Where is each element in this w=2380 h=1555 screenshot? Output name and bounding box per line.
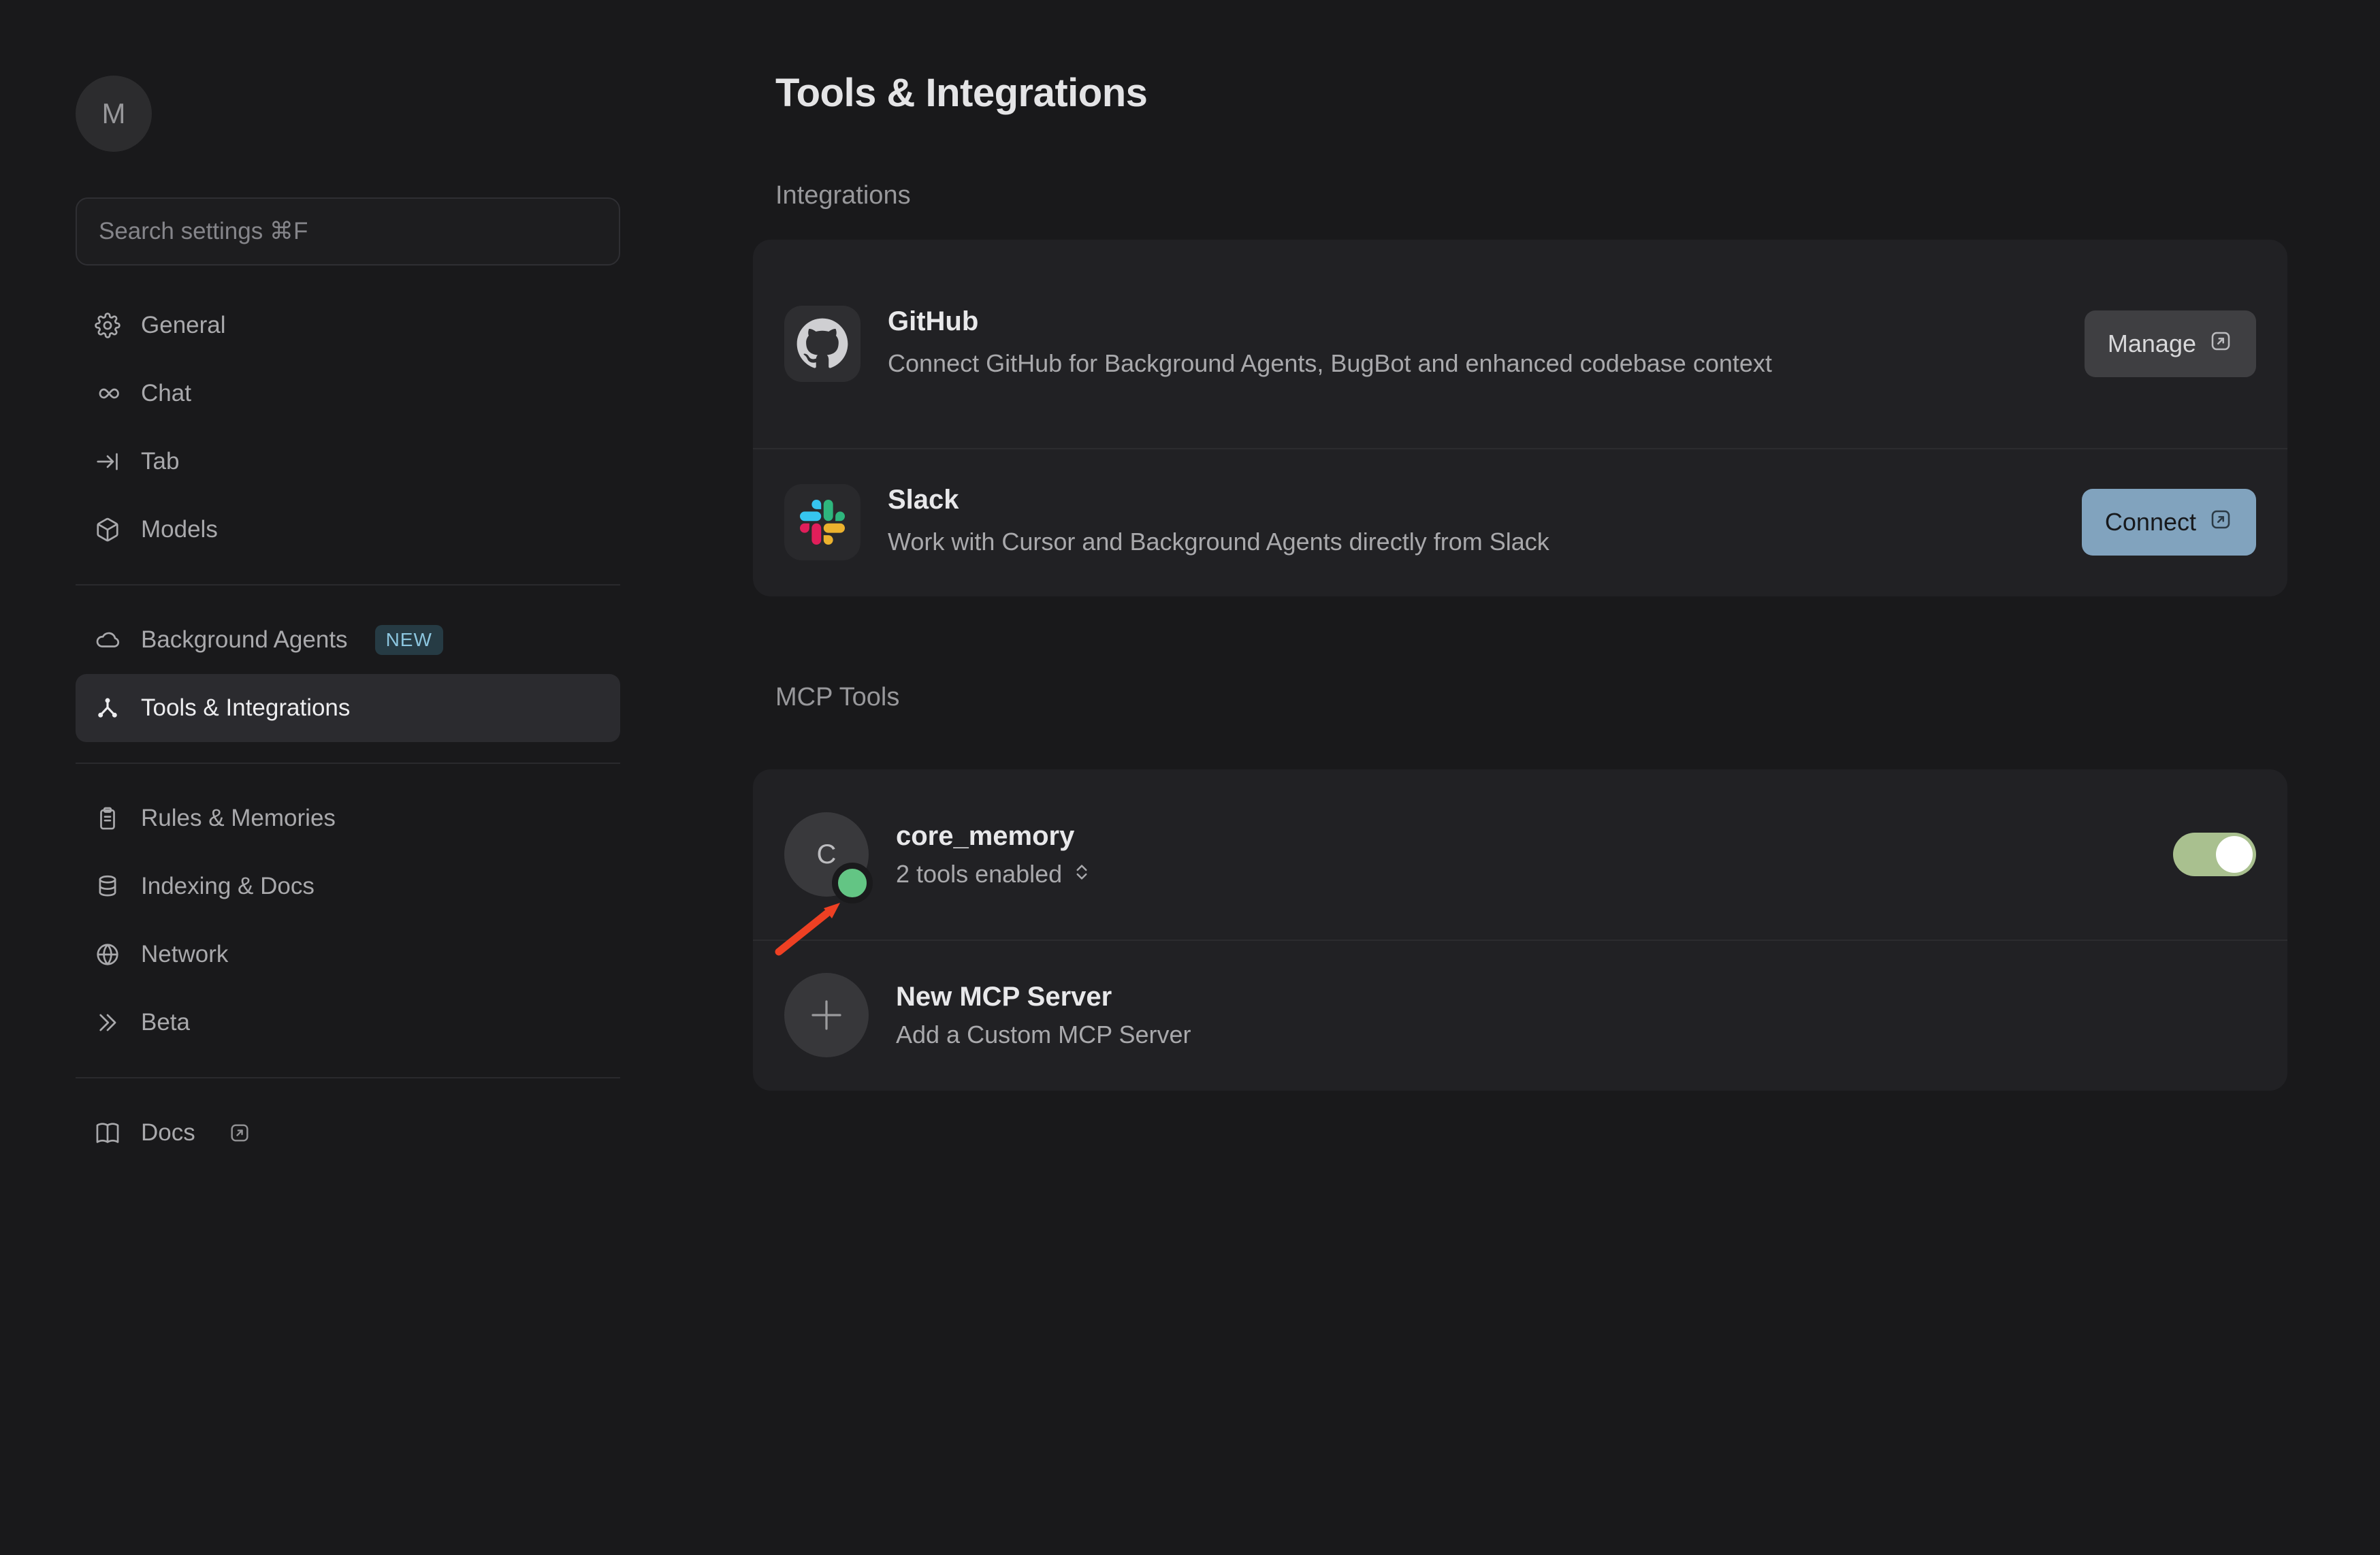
sidebar-item-docs[interactable]: Docs [76,1099,620,1167]
manage-button[interactable]: Manage [2085,310,2256,377]
clipboard-icon [95,805,120,831]
sidebar-item-label: Rules & Memories [141,805,336,832]
sidebar-item-tab[interactable]: Tab [76,428,620,496]
sidebar-divider [76,1077,620,1078]
status-dot-online [832,863,873,903]
expand-tools-icon[interactable] [1072,860,1092,888]
sidebar-item-label: Network [141,941,228,968]
page-title: Tools & Integrations [775,70,1147,116]
mcp-server-status: 2 tools enabled [896,860,1062,888]
integration-name: GitHub [888,306,2085,337]
sidebar-item-general[interactable]: General [76,291,620,359]
sidebar-item-tools-integrations[interactable]: Tools & Integrations [76,674,620,742]
sidebar-nav: General Chat Tab Models [76,291,620,1167]
tab-arrow-icon [95,449,120,475]
sidebar-item-label: General [141,312,226,339]
integration-description: Connect GitHub for Background Agents, Bu… [888,345,2059,382]
new-mcp-server-row[interactable]: New MCP Server Add a Custom MCP Server [753,941,2287,1089]
slack-icon [784,484,861,560]
cloud-icon [95,627,120,653]
settings-window: M General Chat Tab [0,0,2380,1555]
sidebar-item-models[interactable]: Models [76,496,620,564]
infinity-icon [95,381,120,406]
sidebar-item-label: Beta [141,1009,190,1036]
plus-icon [784,973,869,1057]
sidebar-item-rules-memories[interactable]: Rules & Memories [76,784,620,852]
sidebar-item-label: Background Agents [141,626,348,654]
sidebar-item-label: Docs [141,1119,195,1147]
connect-button[interactable]: Connect [2082,489,2256,556]
integrations-card: GitHub Connect GitHub for Background Age… [753,240,2287,596]
server-enabled-toggle[interactable] [2173,833,2256,876]
manage-button-label: Manage [2108,330,2196,358]
search-input[interactable] [76,197,620,266]
connect-button-label: Connect [2105,508,2196,536]
mcp-server-name: core_memory [896,821,2173,852]
new-badge: NEW [375,625,443,655]
toggle-knob [2216,836,2253,873]
external-link-icon [2208,329,2233,359]
node-tree-icon [95,695,120,721]
sidebar-item-beta[interactable]: Beta [76,989,620,1057]
sidebar-item-label: Tools & Integrations [141,694,350,722]
avatar[interactable]: M [76,76,152,152]
github-icon [784,306,861,382]
sidebar-item-label: Chat [141,380,191,407]
integration-description: Work with Cursor and Background Agents d… [888,524,2059,560]
server-avatar-initial: C [817,839,837,870]
integration-name: Slack [888,485,2082,515]
cube-icon [95,517,120,543]
avatar-initial: M [102,97,126,130]
sidebar-item-label: Indexing & Docs [141,873,315,900]
sidebar-item-indexing-docs[interactable]: Indexing & Docs [76,852,620,920]
sidebar-item-background-agents[interactable]: Background Agents NEW [76,606,620,674]
database-icon [95,873,120,899]
book-icon [95,1120,120,1146]
mcp-server-row: C core_memory 2 tools enabled [753,769,2287,940]
integrations-section-label: Integrations [775,181,911,210]
external-link-icon [2208,507,2233,538]
external-link-icon [228,1121,251,1144]
sidebar: M General Chat Tab [76,76,620,1167]
integration-row-slack: Slack Work with Cursor and Background Ag… [753,449,2287,595]
sidebar-divider [76,584,620,586]
new-mcp-server-subtitle: Add a Custom MCP Server [896,1021,1191,1049]
mcp-section-label: MCP Tools [775,683,899,712]
double-chevron-icon [95,1010,120,1036]
integration-row-github: GitHub Connect GitHub for Background Age… [753,240,2287,448]
new-mcp-server-title: New MCP Server [896,982,2256,1012]
globe-icon [95,942,120,967]
gear-icon [95,312,120,338]
sidebar-item-chat[interactable]: Chat [76,359,620,428]
sidebar-divider [76,763,620,764]
sidebar-item-label: Tab [141,448,179,475]
sidebar-item-network[interactable]: Network [76,920,620,989]
sidebar-item-label: Models [141,516,218,543]
server-avatar: C [784,812,869,897]
mcp-tools-card: C core_memory 2 tools enabled [753,769,2287,1091]
